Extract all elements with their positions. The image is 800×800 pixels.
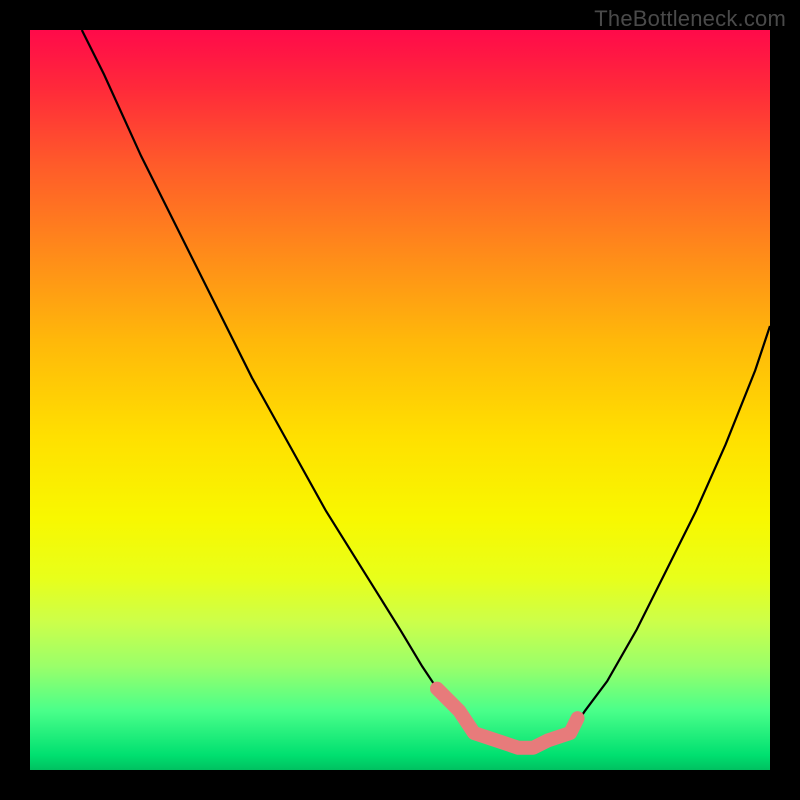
bottleneck-curve	[82, 30, 770, 748]
curve-svg	[30, 30, 770, 770]
watermark-text: TheBottleneck.com	[594, 6, 786, 32]
optimal-band-highlight	[437, 689, 578, 748]
chart-frame: TheBottleneck.com	[0, 0, 800, 800]
plot-area	[30, 30, 770, 770]
